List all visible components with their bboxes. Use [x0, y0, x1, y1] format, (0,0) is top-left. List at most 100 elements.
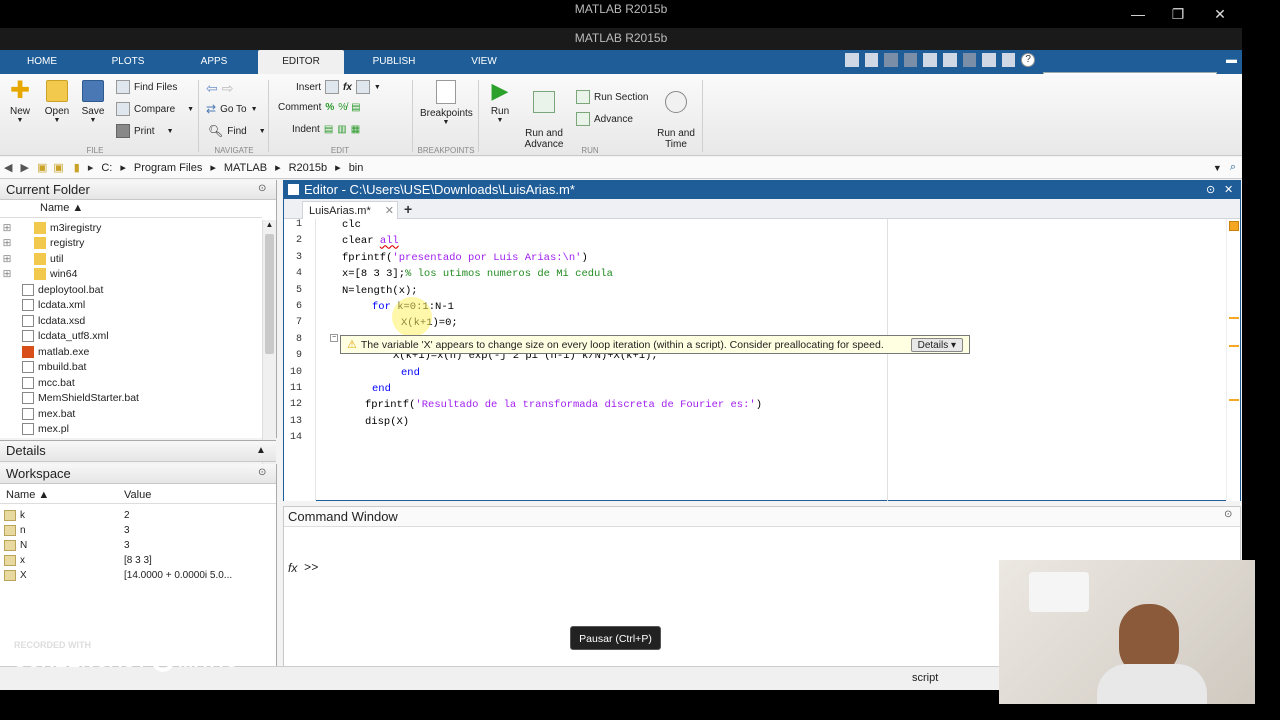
- file-lcdata-xml[interactable]: lcdata.xml: [0, 298, 262, 314]
- go-to-button[interactable]: ⇄ Go To ▼: [206, 102, 258, 116]
- minimize-button[interactable]: —: [1128, 6, 1148, 22]
- name-column-header[interactable]: Name ▲: [40, 202, 83, 214]
- indent-button[interactable]: Indent ▤ ▥ ▦: [292, 124, 360, 135]
- details-button[interactable]: Details ▾: [910, 337, 963, 352]
- file-lcdata-utf8-xml[interactable]: lcdata_utf8.xml: [0, 329, 262, 345]
- command-prompt[interactable]: >>: [304, 561, 318, 575]
- browse-folder-icon[interactable]: ▣: [53, 161, 63, 174]
- new-tab-icon[interactable]: +: [404, 201, 412, 217]
- cut-icon[interactable]: [884, 53, 898, 67]
- code-analyzer-bar[interactable]: [1226, 219, 1240, 501]
- fx-icon[interactable]: fx: [343, 82, 352, 93]
- breadcrumb-c[interactable]: C:: [101, 162, 112, 174]
- file-memshieldstarter-bat[interactable]: MemShieldStarter.bat: [0, 391, 262, 407]
- up-folder-icon[interactable]: ▣: [37, 161, 47, 174]
- back-arrow-icon[interactable]: ⇦: [206, 80, 218, 97]
- details-panel-title[interactable]: Details ▲: [0, 440, 276, 462]
- maximize-button[interactable]: ❐: [1168, 6, 1188, 23]
- open-button[interactable]: Open ▼: [42, 80, 72, 124]
- tab-publish[interactable]: PUBLISH: [364, 50, 424, 74]
- expand-icon[interactable]: ⊞: [0, 222, 14, 234]
- quick-icon[interactable]: [845, 53, 859, 67]
- run-button[interactable]: ▶ Run ▼: [486, 80, 514, 125]
- uncomment-icon[interactable]: %̸: [338, 102, 347, 113]
- tab-view[interactable]: VIEW: [456, 50, 512, 74]
- tab-apps[interactable]: APPS: [186, 50, 242, 74]
- file-matlab-exe[interactable]: matlab.exe: [0, 344, 262, 360]
- save-button[interactable]: Save ▼: [78, 80, 108, 124]
- warning-marker[interactable]: [1229, 345, 1239, 347]
- panel-menu-icon[interactable]: ⊙: [258, 183, 266, 194]
- details-expand-icon[interactable]: ▲: [256, 441, 266, 461]
- breadcrumb-matlab[interactable]: MATLAB: [224, 162, 267, 174]
- editor-menu-icon[interactable]: ⊙: [1206, 181, 1215, 199]
- editor-close-icon[interactable]: ✕: [1224, 181, 1233, 199]
- decrease-indent-icon[interactable]: ▦: [351, 124, 360, 135]
- address-dropdown-icon[interactable]: ▼: [1213, 163, 1222, 173]
- forward-icon[interactable]: ▶: [20, 161, 28, 174]
- file-deploytool-bat[interactable]: deploytool.bat: [0, 282, 262, 298]
- analyzer-status-icon[interactable]: [1229, 221, 1239, 231]
- print-button[interactable]: Print ▼: [116, 124, 174, 138]
- breadcrumb-r2015b[interactable]: R2015b: [289, 162, 328, 174]
- scroll-up-icon[interactable]: ▲: [263, 220, 276, 232]
- warning-marker[interactable]: [1229, 317, 1239, 319]
- expand-icon[interactable]: ⊞: [0, 237, 14, 249]
- folder-win64[interactable]: ⊞ win64: [0, 267, 262, 283]
- increase-indent-icon[interactable]: ▥: [337, 124, 346, 135]
- forward-arrow-icon[interactable]: ⇨: [222, 80, 234, 97]
- insert-button[interactable]: Insert fx ▼: [296, 80, 381, 94]
- panel-menu-icon[interactable]: ⊙: [258, 467, 266, 478]
- find-button[interactable]: 🔍︎ Find ▼: [208, 124, 266, 138]
- folder-m3iregistry[interactable]: ⊞ m3iregistry: [0, 220, 262, 236]
- breakpoints-button[interactable]: Breakpoints ▼: [420, 80, 473, 126]
- folder-registry[interactable]: ⊞ registry: [0, 236, 262, 252]
- expand-icon[interactable]: ⊞: [0, 253, 14, 265]
- warning-marker[interactable]: [1229, 399, 1239, 401]
- run-section-button[interactable]: Run Section: [576, 90, 648, 104]
- run-and-advance-button[interactable]: Run and Advance: [522, 80, 566, 161]
- ws-value-column-header[interactable]: Value: [124, 486, 151, 504]
- new-button[interactable]: ✚ New ▼: [6, 79, 34, 125]
- file-lcdata-xsd[interactable]: lcdata.xsd: [0, 313, 262, 329]
- folder-scrollbar[interactable]: ▲ ▼: [262, 220, 276, 464]
- folder-util[interactable]: ⊞ util: [0, 251, 262, 267]
- address-search-icon[interactable]: ⌕: [1230, 161, 1236, 174]
- tab-plots[interactable]: PLOTS: [100, 50, 156, 74]
- table-row[interactable]: N3: [0, 540, 275, 555]
- switch-windows-icon[interactable]: [982, 53, 996, 67]
- close-button[interactable]: ✕: [1210, 6, 1230, 23]
- layout-icon[interactable]: [1001, 53, 1016, 67]
- table-row[interactable]: k2: [0, 510, 275, 525]
- comment-button[interactable]: Comment% %̸ ▤: [278, 102, 361, 113]
- wrap-comment-icon[interactable]: ▤: [351, 102, 360, 113]
- breadcrumb-bin[interactable]: bin: [349, 162, 364, 174]
- redo-icon[interactable]: [962, 53, 977, 67]
- insert-function-icon[interactable]: [355, 80, 370, 94]
- ws-name-column-header[interactable]: Name ▲: [6, 486, 49, 504]
- code-area[interactable]: clc clear all fprintf('presentado por Lu…: [317, 219, 887, 501]
- fx-icon[interactable]: fx: [288, 561, 297, 575]
- paste-icon[interactable]: [923, 53, 937, 67]
- tab-editor[interactable]: EDITOR: [258, 50, 344, 74]
- file-mbuild-bat[interactable]: mbuild.bat: [0, 360, 262, 376]
- copy-icon[interactable]: [903, 53, 918, 67]
- tab-luisarias-m[interactable]: LuisArias.m* ✕: [302, 201, 398, 219]
- file-mcc-bat[interactable]: mcc.bat: [0, 375, 262, 391]
- expand-icon[interactable]: ⊞: [0, 268, 14, 280]
- smart-indent-icon[interactable]: ▤: [324, 124, 333, 135]
- panel-menu-icon[interactable]: ⊙: [1224, 509, 1232, 520]
- comment-percent-icon[interactable]: %: [325, 102, 334, 113]
- breadcrumb-program-files[interactable]: Program Files: [134, 162, 202, 174]
- scroll-thumb[interactable]: [265, 234, 274, 354]
- compare-button[interactable]: Compare ▼: [116, 102, 194, 116]
- run-and-time-button[interactable]: Run and Time: [654, 80, 698, 161]
- collapse-ribbon-icon[interactable]: ▬: [1226, 54, 1237, 66]
- advance-button[interactable]: Advance: [576, 112, 633, 126]
- file-mex-pl[interactable]: mex.pl: [0, 422, 262, 438]
- back-forward-arrows[interactable]: ⇦ ⇨: [206, 80, 233, 97]
- file-mex-bat[interactable]: mex.bat: [0, 406, 262, 422]
- save-icon[interactable]: [864, 53, 879, 67]
- help-icon[interactable]: ?: [1021, 53, 1035, 67]
- table-row[interactable]: X [14.0000 + 0.0000i 5.0...: [0, 570, 275, 585]
